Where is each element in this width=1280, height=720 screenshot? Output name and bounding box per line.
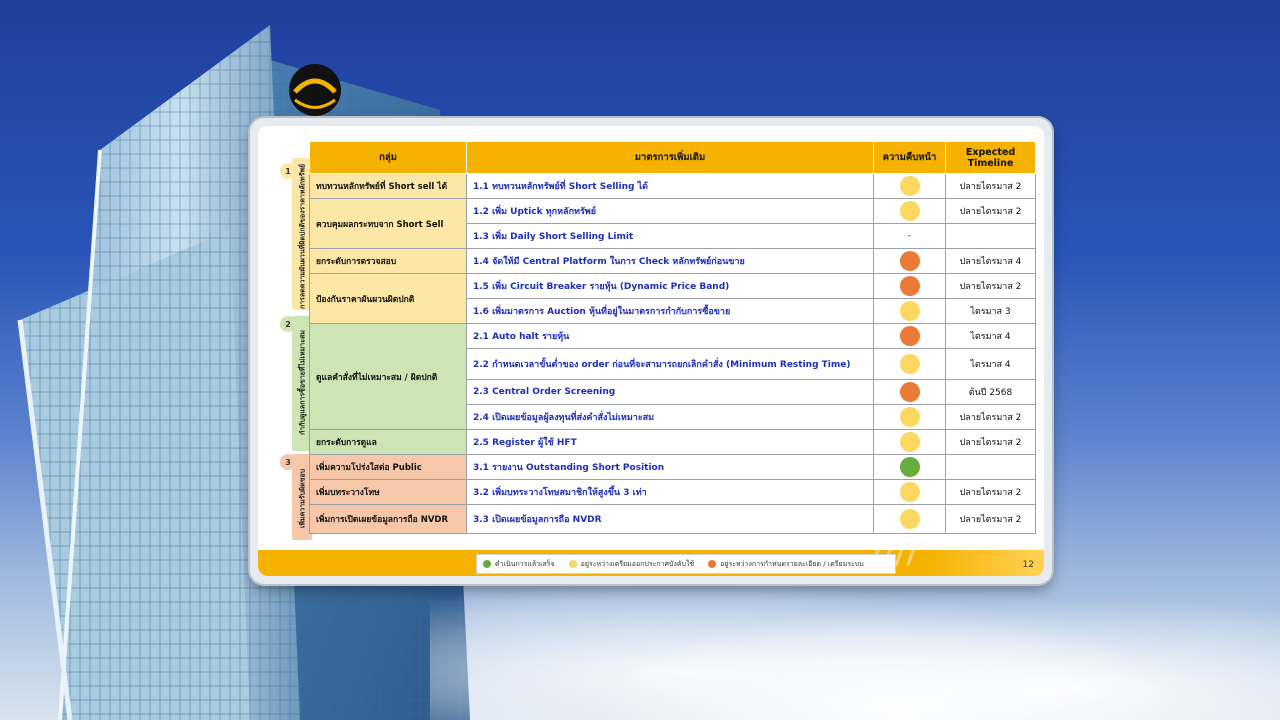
- header-group: กลุ่ม: [309, 141, 467, 174]
- timeline-cell: ปลายไตรมาส 2: [945, 173, 1036, 199]
- timeline-cell: ปลายไตรมาส 2: [945, 429, 1036, 455]
- table-row: ควบคุมผลกระทบจาก Short Sell 1.2 เพิ่ม Up…: [309, 198, 1036, 249]
- category-cell: เพิ่มความโปร่งใสต่อ Public: [309, 454, 467, 480]
- measure-cell: 1.4 จัดให้มี Central Platform ในการ Chec…: [466, 248, 874, 274]
- progress-dot-yellow: [899, 407, 920, 427]
- slide: 1 การลดความผันผวนที่ผิดปกติของราคาหลักทร…: [258, 126, 1044, 576]
- legend: ดำเนินการแล้วเสร็จ อยู่ระหว่างเตรียมออกป…: [476, 554, 896, 574]
- clouds: [430, 560, 1280, 720]
- progress-dot-yellow: [899, 201, 920, 221]
- progress-cell: [873, 248, 946, 274]
- legend-item-done: ดำเนินการแล้วเสร็จ: [483, 559, 555, 570]
- header-timeline: Expected Timeline: [945, 141, 1036, 174]
- header-progress: ความคืบหน้า: [873, 141, 946, 174]
- progress-cell: [873, 348, 946, 380]
- header-measure: มาตรการเพิ่มเติม: [466, 141, 874, 174]
- progress-cell: -: [873, 223, 946, 249]
- progress-dot-orange: [899, 382, 920, 402]
- table-row: เพิ่มความโปร่งใสต่อ Public 3.1 รายงาน Ou…: [309, 454, 1036, 480]
- timeline-cell: ไตรมาส 3: [945, 298, 1036, 324]
- progress-cell: [873, 323, 946, 349]
- measure-cell: 3.2 เพิ่มบทระวางโทษสมาชิกให้สูงขึ้น 3 เท…: [466, 479, 874, 505]
- measure-cell: 2.3 Central Order Screening: [466, 379, 874, 405]
- timeline-cell: ไตรมาส 4: [945, 323, 1036, 349]
- progress-cell: [873, 454, 946, 480]
- progress-cell: [873, 429, 946, 455]
- progress-cell: [873, 298, 946, 324]
- legend-item-preparing: อยู่ระหว่างเตรียมออกประกาศบังคับใช้: [568, 559, 695, 570]
- measure-cell: 1.1 ทบทวนหลักทรัพย์ที่ Short Selling ได้: [466, 173, 874, 199]
- table-row: เพิ่มบทระวางโทษ 3.2 เพิ่มบทระวางโทษสมาชิ…: [309, 479, 1036, 505]
- measures-table: กลุ่ม มาตรการเพิ่มเติม ความคืบหน้า Expec…: [309, 141, 1036, 534]
- table-row: เพิ่มการเปิดเผยข้อมูลการถือ NVDR 3.3 เปิ…: [309, 504, 1036, 534]
- category-cell: ดูแลคำสั่งที่ไม่เหมาะสม / ผิดปกติ: [309, 323, 467, 430]
- slide-frame: 1 การลดความผันผวนที่ผิดปกติของราคาหลักทร…: [250, 118, 1052, 584]
- progress-dot-yellow: [899, 354, 920, 374]
- timeline-cell: ปลายไตรมาส 2: [945, 198, 1036, 224]
- progress-dot-orange: [899, 251, 920, 271]
- timeline-cell: ปลายไตรมาส 2: [945, 504, 1036, 534]
- measure-cell: 1.2 เพิ่ม Uptick ทุกหลักทรัพย์: [466, 198, 874, 224]
- category-cell: เพิ่มบทระวางโทษ: [309, 479, 467, 505]
- timeline-cell: ปลายไตรมาส 2: [945, 273, 1036, 299]
- progress-dot-yellow: [899, 301, 920, 321]
- category-cell: ป้องกันราคาผันผวนผิดปกติ: [309, 273, 467, 324]
- timeline-cell: ไตรมาส 4: [945, 348, 1036, 380]
- measure-cell: 2.5 Register ผู้ใช้ HFT: [466, 429, 874, 455]
- table-header-row: กลุ่ม มาตรการเพิ่มเติม ความคืบหน้า Expec…: [309, 141, 1036, 174]
- timeline-cell: ปลายไตรมาส 4: [945, 248, 1036, 274]
- legend-label: อยู่ระหว่างการกำหนดรายละเอียด / เตรียมระ…: [720, 559, 864, 568]
- category-cell: ยกระดับการตรวจสอบ: [309, 248, 467, 274]
- progress-dot-yellow: [899, 509, 920, 529]
- progress-cell: [873, 273, 946, 299]
- measure-cell: 1.3 เพิ่ม Daily Short Selling Limit: [466, 223, 874, 249]
- legend-dot-yellow: [568, 560, 577, 568]
- measure-cell: 2.4 เปิดเผยข้อมูลผู้ลงทุนที่ส่งคำสั่งไม่…: [466, 404, 874, 430]
- legend-dot-orange: [708, 560, 717, 568]
- category-cell: ทบทวนหลักทรัพย์ที่ Short sell ได้: [309, 173, 467, 199]
- legend-label: อยู่ระหว่างเตรียมออกประกาศบังคับใช้: [580, 559, 695, 568]
- measure-cell: 2.2 กำหนดเวลาขั้นต่ำของ order ก่อนที่จะส…: [466, 348, 874, 380]
- measure-cell: 1.6 เพิ่มมาตรการ Auction หุ้นที่อยู่ในมา…: [466, 298, 874, 324]
- measure-cell: 2.1 Auto halt รายหุ้น: [466, 323, 874, 349]
- page-number: 12: [1022, 560, 1034, 570]
- timeline-cell: [945, 223, 1036, 249]
- progress-dot-green: [899, 457, 920, 477]
- measure-cell: 3.3 เปิดเผยข้อมูลการถือ NVDR: [466, 504, 874, 534]
- table-row: ป้องกันราคาผันผวนผิดปกติ 1.5 เพิ่ม Circu…: [309, 273, 1036, 324]
- table-row: ยกระดับการดูแล 2.5 Register ผู้ใช้ HFT ป…: [309, 429, 1036, 455]
- progress-cell: [873, 379, 946, 405]
- category-cell: ยกระดับการดูแล: [309, 429, 467, 455]
- progress-dot-yellow: [899, 482, 920, 502]
- table-row: ทบทวนหลักทรัพย์ที่ Short sell ได้ 1.1 ทบ…: [309, 173, 1036, 199]
- table-row: ดูแลคำสั่งที่ไม่เหมาะสม / ผิดปกติ 2.1 Au…: [309, 323, 1036, 430]
- category-cell: เพิ่มการเปิดเผยข้อมูลการถือ NVDR: [309, 504, 467, 534]
- progress-cell: [873, 404, 946, 430]
- progress-dot-yellow: [899, 432, 920, 452]
- progress-dot-yellow: [899, 176, 920, 196]
- progress-cell: [873, 173, 946, 199]
- table-row: ยกระดับการตรวจสอบ 1.4 จัดให้มี Central P…: [309, 248, 1036, 274]
- timeline-cell: [945, 454, 1036, 480]
- measure-cell: 1.5 เพิ่ม Circuit Breaker รายหุ้น (Dynam…: [466, 273, 874, 299]
- legend-label: ดำเนินการแล้วเสร็จ: [495, 559, 555, 568]
- category-cell: ควบคุมผลกระทบจาก Short Sell: [309, 198, 467, 249]
- legend-dot-green: [483, 560, 491, 568]
- timeline-cell: ต้นปี 2568: [945, 379, 1036, 405]
- measure-cell: 3.1 รายงาน Outstanding Short Position: [466, 454, 874, 480]
- timeline-cell: ปลายไตรมาส 2: [945, 479, 1036, 505]
- progress-dot-orange: [899, 326, 920, 346]
- legend-item-detailing: อยู่ระหว่างการกำหนดรายละเอียด / เตรียมระ…: [708, 559, 864, 570]
- timeline-cell: ปลายไตรมาส 2: [945, 404, 1036, 430]
- progress-cell: [873, 479, 946, 505]
- progress-cell: [873, 198, 946, 224]
- progress-cell: [873, 504, 946, 534]
- progress-dot-orange: [899, 276, 920, 296]
